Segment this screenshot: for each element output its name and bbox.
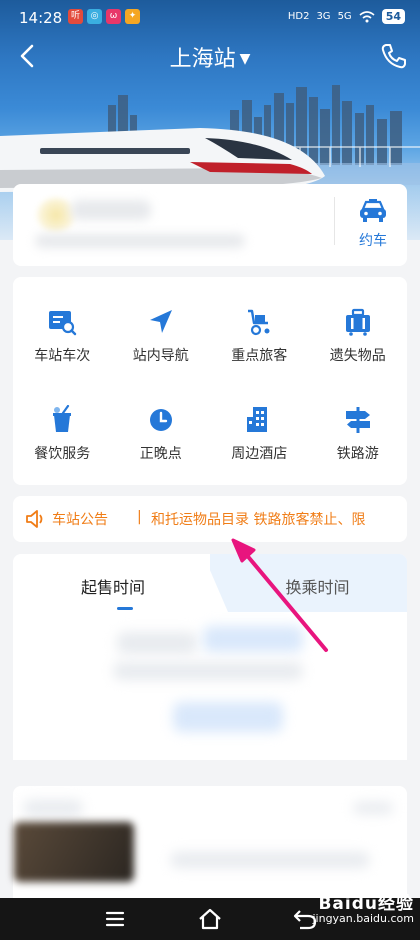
menu-label: 正晚点	[139, 446, 182, 462]
status-indicators: HD2 3G 5G 54	[288, 9, 405, 24]
menu-label: 周边酒店	[231, 446, 288, 462]
wheelchair-icon	[248, 309, 270, 336]
book-taxi-label: 约车	[359, 233, 387, 249]
blurred-text	[117, 632, 197, 654]
notice-separator: |	[137, 509, 142, 525]
blurred-avatar	[37, 198, 75, 232]
tab-ticket-sale-time-label: 起售时间	[80, 578, 145, 597]
station-trains-icon	[49, 311, 77, 336]
notification-app-icon: ◎	[87, 9, 102, 24]
notice-label: 车站公告	[52, 512, 108, 528]
clock-icon	[149, 409, 172, 431]
taxi-icon	[360, 199, 386, 222]
menu-item-delay-status[interactable]: 正晚点	[112, 397, 211, 467]
home-icon[interactable]	[197, 906, 223, 932]
caret-down-icon: ▼	[239, 51, 251, 67]
lower-content-area	[0, 760, 420, 906]
wifi-icon	[359, 10, 375, 22]
status-bar: 14:28 听 ◎ ω ✦ HD2 3G 5G 54	[0, 0, 420, 36]
divider	[334, 197, 335, 245]
hotel-building-icon	[247, 407, 268, 432]
menu-item-lost-items[interactable]: 遗失物品	[309, 299, 408, 369]
blurred-text	[170, 852, 370, 868]
menu-label: 站内导航	[132, 348, 189, 364]
menu-label: 遗失物品	[329, 348, 386, 364]
ride-hailing-card: 约车	[13, 184, 407, 266]
baidu-watermark: Baidu经验 jingyan.baidu.com	[312, 896, 414, 926]
menu-icon[interactable]	[102, 906, 128, 932]
blurred-text	[353, 802, 393, 814]
menu-label: 车站车次	[34, 348, 91, 364]
page-title: 上海站	[169, 47, 236, 72]
notification-app-icon: 听	[68, 9, 83, 24]
blurred-text	[23, 800, 83, 816]
blurred-text	[203, 626, 303, 652]
service-menu-card: 车站车次 站内导航 重点旅客 遗失物品 餐饮服务 正晚点 周边酒店 铁路游	[13, 277, 407, 485]
menu-label: 重点旅客	[231, 348, 288, 364]
watermark-url: jingyan.baidu.com	[312, 912, 414, 925]
active-tab-indicator	[117, 607, 133, 610]
signal-3g-label: 3G	[316, 11, 331, 22]
menu-item-nearby-hotels[interactable]: 周边酒店	[210, 397, 309, 467]
station-selector[interactable]: 上海站 ▼	[0, 41, 420, 73]
menu-item-station-trains[interactable]: 车站车次	[13, 299, 112, 369]
signal-hd-label: HD2	[287, 11, 310, 22]
watermark-brand: Baidu经验	[318, 894, 414, 914]
signpost-icon	[345, 407, 370, 433]
speaker-icon	[26, 510, 43, 528]
station-notice-banner[interactable]: 车站公告 | 和托运物品目录 铁路旅客禁止、限	[13, 496, 407, 542]
notification-icons: 听 ◎ ω ✦	[68, 9, 140, 24]
menu-item-catering[interactable]: 餐饮服务	[13, 397, 112, 467]
blurred-text	[113, 662, 303, 680]
tab-transfer-time[interactable]: 换乘时间	[228, 574, 407, 598]
blurred-text	[35, 234, 245, 248]
menu-item-priority-passengers[interactable]: 重点旅客	[210, 299, 309, 369]
drink-cup-icon	[53, 405, 72, 432]
menu-item-navigation[interactable]: 站内导航	[112, 299, 211, 369]
luggage-icon	[345, 308, 370, 336]
book-taxi-button[interactable]: 约车	[343, 198, 403, 258]
phone-icon[interactable]	[378, 40, 410, 72]
notice-scroll-text: 和托运物品目录 铁路旅客禁止、限	[151, 512, 366, 528]
blurred-text	[71, 200, 151, 220]
blurred-thumbnail	[14, 822, 134, 882]
blurred-button	[173, 702, 283, 732]
notification-app-icon: ω	[106, 9, 121, 24]
menu-label: 餐饮服务	[34, 446, 91, 462]
status-time: 14:28	[19, 9, 63, 27]
signal-5g-label: 5G	[337, 11, 352, 22]
menu-label: 铁路游	[336, 446, 379, 462]
menu-item-rail-travel[interactable]: 铁路游	[309, 397, 408, 467]
header-bar: 上海站 ▼	[0, 36, 420, 76]
navigation-arrow-icon	[149, 310, 172, 333]
notification-app-icon: ✦	[125, 9, 140, 24]
battery-indicator: 54	[381, 9, 405, 24]
